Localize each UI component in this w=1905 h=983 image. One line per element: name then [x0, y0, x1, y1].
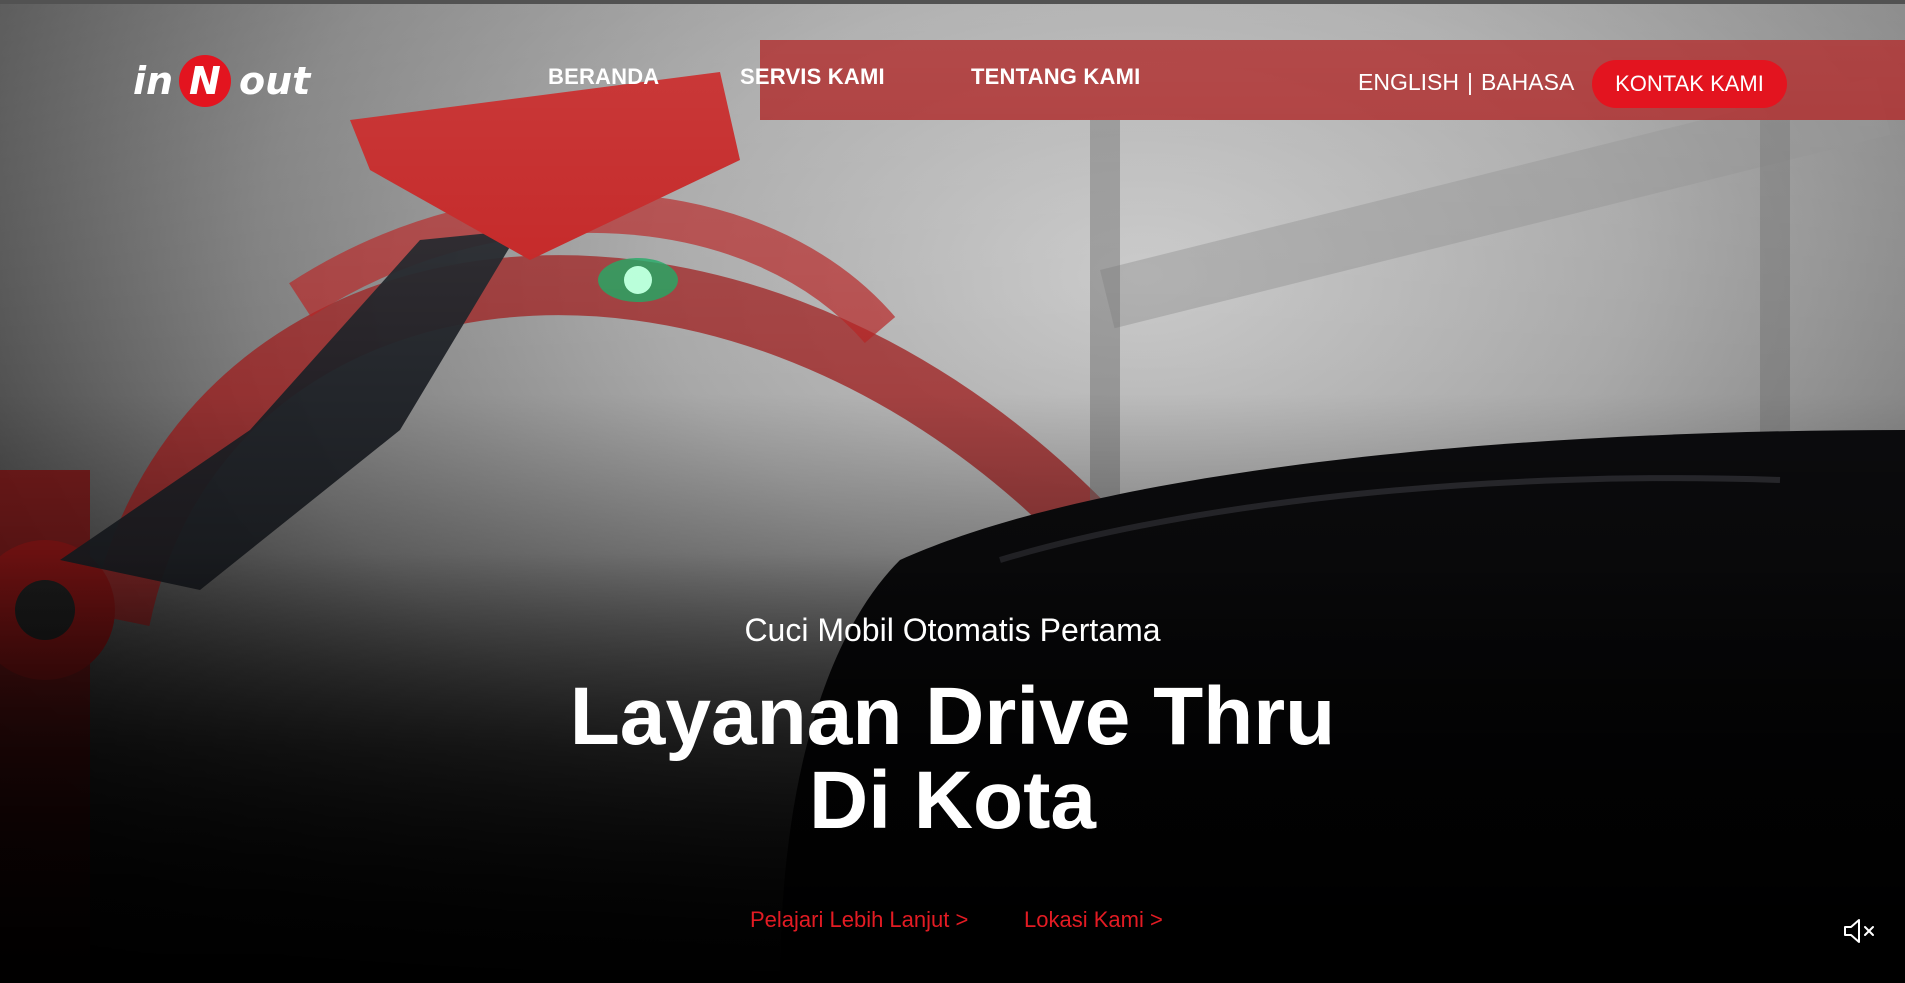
contact-button[interactable]: KONTAK KAMI — [1592, 60, 1787, 108]
hero-title-line1: Layanan Drive Thru — [569, 671, 1336, 762]
hero-subtitle: Cuci Mobil Otomatis Pertama — [744, 612, 1161, 648]
hero-title: Layanan Drive Thru Di Kota — [0, 675, 1905, 843]
locations-link[interactable]: Lokasi Kami > — [1024, 907, 1163, 933]
language-bahasa[interactable]: BAHASA — [1481, 69, 1574, 95]
hero-title-line2: Di Kota — [809, 755, 1096, 846]
learn-more-link[interactable]: Pelajari Lebih Lanjut > — [750, 907, 968, 933]
nav-item-servis-kami[interactable]: SERVIS KAMI — [740, 64, 885, 90]
language-switcher: ENGLISH | BAHASA — [1358, 69, 1574, 96]
brand-logo[interactable]: in N out — [133, 48, 325, 116]
nav-item-tentang-kami[interactable]: TENTANG KAMI — [971, 64, 1140, 90]
volume-mute-icon[interactable] — [1842, 916, 1876, 946]
language-separator: | — [1466, 69, 1473, 95]
logo-wordmark: in — [133, 59, 173, 103]
language-english[interactable]: ENGLISH — [1358, 69, 1459, 95]
nav-item-beranda[interactable]: BERANDA — [548, 64, 659, 90]
logo-wordmark: N — [189, 59, 221, 103]
logo-wordmark: out — [239, 59, 312, 103]
